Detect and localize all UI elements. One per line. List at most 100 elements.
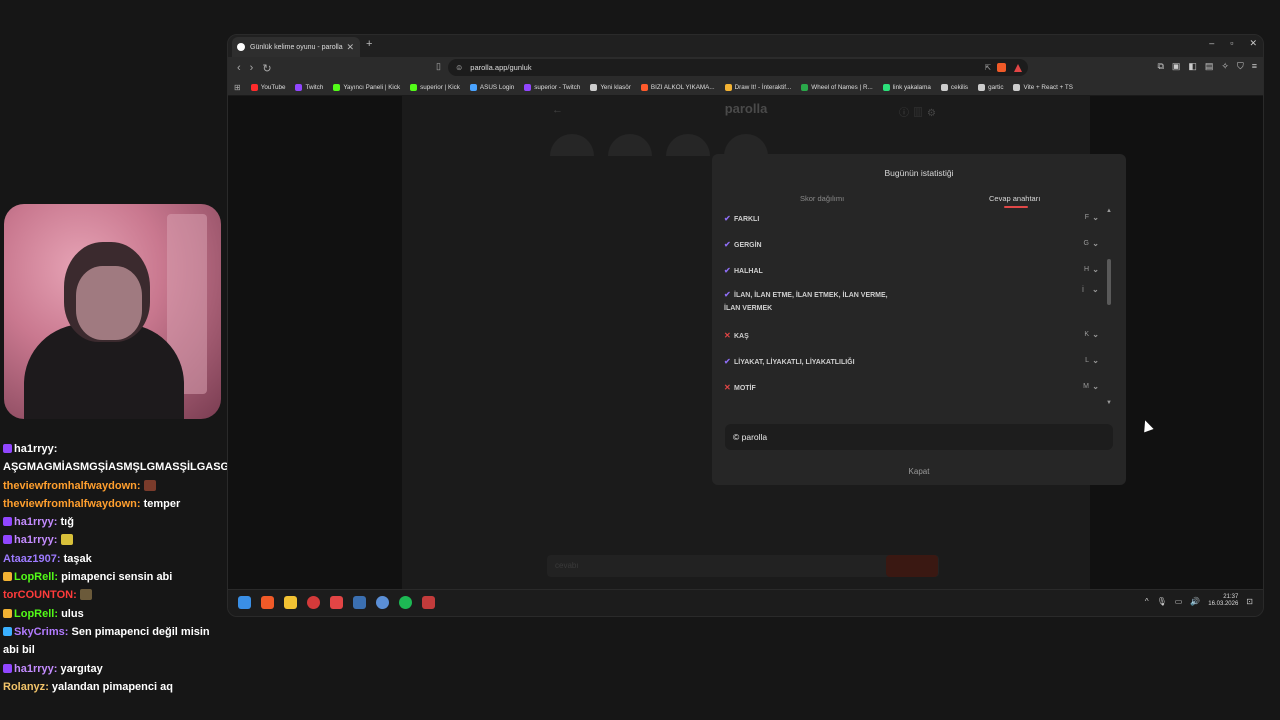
- start-icon[interactable]: [238, 596, 251, 609]
- bookmark-favicon-icon: [978, 83, 986, 91]
- bookmark-item[interactable]: Vite + React + TS: [1013, 83, 1073, 91]
- browser-tab[interactable]: Günlük kelime oyunu - parolla ✕: [232, 37, 360, 57]
- submit-button[interactable]: [886, 555, 938, 577]
- share-text-box[interactable]: © parolla: [725, 424, 1113, 450]
- site-info-icon[interactable]: ⊜: [456, 63, 462, 72]
- chevron-down-icon[interactable]: ⌄: [1092, 356, 1099, 365]
- cross-icon: ✕: [724, 331, 731, 340]
- app-icon-news[interactable]: [422, 596, 435, 609]
- vpn-icon[interactable]: ⛉: [1237, 61, 1244, 72]
- chevron-down-icon[interactable]: ⌄: [1092, 382, 1099, 391]
- web-page: ← parolla ⓘ▥⚙ cevabı Bugünün istatistiği…: [228, 96, 1263, 590]
- tabs-icon[interactable]: ▤: [1205, 61, 1214, 72]
- brave-app-icon[interactable]: [261, 596, 274, 609]
- address-bar[interactable]: ⊜ parolla.app/gunluk ⇱: [448, 59, 1028, 76]
- tab-score-distribution[interactable]: Skor dağılımı: [800, 194, 844, 203]
- chevron-down-icon[interactable]: ⌄: [1092, 239, 1099, 248]
- chat-message: ha1rryy: yargıtay: [3, 660, 225, 678]
- minimize-icon[interactable]: –: [1209, 38, 1214, 49]
- answer-row[interactable]: ✔ İLAN, İLAN ETME, İLAN ETMEK, İLAN VERME…: [724, 285, 1099, 315]
- bookmark-favicon-icon: [410, 83, 418, 91]
- bookmark-favicon-icon: [882, 83, 890, 91]
- bookmark-item[interactable]: Yayıncı Paneli | Kick: [333, 83, 400, 91]
- answer-input[interactable]: cevabı: [547, 555, 939, 577]
- chat-badge-icon: [3, 535, 12, 545]
- bookmark-item[interactable]: ASUS Login: [469, 83, 514, 91]
- tab-answer-key[interactable]: Cevap anahtarı: [989, 194, 1040, 203]
- bookmark-item[interactable]: Wheel of Names | R...: [801, 83, 873, 91]
- info-icon[interactable]: ⓘ: [899, 108, 913, 119]
- chat-badge-icon: [3, 444, 12, 453]
- close-button[interactable]: Kapat: [712, 467, 1126, 476]
- bookmark-item[interactable]: superior - Twitch: [524, 83, 580, 91]
- bookmark-icon[interactable]: ▯: [436, 61, 441, 72]
- maximize-icon[interactable]: ▫: [1230, 38, 1233, 49]
- forward-icon[interactable]: ›: [250, 62, 254, 74]
- sidebar-icon[interactable]: ◧: [1188, 61, 1197, 72]
- microphone-icon[interactable]: 🎙: [1157, 597, 1167, 606]
- answer-text: HALHAL: [734, 268, 763, 275]
- bookmark-label: Twitch: [305, 83, 324, 91]
- extensions-icon[interactable]: ⧉: [1157, 61, 1163, 72]
- answer-row[interactable]: ✕ MOTİF M ⌄: [724, 382, 1099, 392]
- taskbar-apps: [238, 596, 435, 609]
- bookmark-item[interactable]: Draw It! - İnteraktif...: [724, 83, 791, 91]
- close-window-icon[interactable]: ✕: [1249, 38, 1257, 49]
- answer-row[interactable]: ✔ FARKLI F ⌄: [724, 213, 1099, 223]
- leo-icon[interactable]: ✧: [1221, 61, 1229, 72]
- scroll-down-icon[interactable]: ▼: [1106, 400, 1112, 406]
- chat-message: torCOUNTON:: [3, 586, 225, 604]
- scroll-thumb[interactable]: [1107, 259, 1111, 305]
- back-icon[interactable]: ‹: [237, 62, 241, 74]
- bookmark-label: BIZI ALKOL YIKAMA...: [650, 83, 715, 91]
- answer-text: LİYAKAT, LİYAKATLI, LİYAKATLILIĞI: [734, 359, 855, 366]
- steam-icon[interactable]: [353, 596, 366, 609]
- share-icon[interactable]: ⇱: [985, 63, 991, 72]
- brave-rewards-icon[interactable]: [1014, 63, 1022, 72]
- menu-icon[interactable]: ≡: [1252, 61, 1257, 72]
- app-icon-red[interactable]: [307, 596, 320, 609]
- app-icon-record[interactable]: [330, 596, 343, 609]
- tray-chevron-icon[interactable]: ^: [1145, 597, 1149, 606]
- bookmark-item[interactable]: BIZI ALKOL YIKAMA...: [640, 83, 715, 91]
- answer-row[interactable]: ✔ GERGİN G ⌄: [724, 239, 1099, 249]
- notification-icon[interactable]: ⊡: [1246, 597, 1253, 606]
- chat-message: ha1rryy: AŞGMAGMİASMGŞİASMŞLGMASŞİLGASGA…: [3, 443, 245, 474]
- bookmark-item[interactable]: YouTube: [250, 83, 285, 91]
- bookmark-item[interactable]: cekilis: [940, 83, 968, 91]
- spotify-icon[interactable]: [399, 596, 412, 609]
- answer-text: GERGİN: [734, 242, 762, 249]
- chevron-down-icon[interactable]: ⌄: [1092, 265, 1099, 274]
- bookmark-item[interactable]: Twitch: [295, 83, 324, 91]
- scroll-up-icon[interactable]: ▲: [1106, 208, 1112, 214]
- chat-message: ha1rryy:: [3, 531, 225, 549]
- chat-username: theviewfromhalfwaydown: [3, 479, 137, 492]
- tab-close-icon[interactable]: ✕: [346, 42, 354, 53]
- chevron-down-icon[interactable]: ⌄: [1092, 330, 1099, 339]
- clock[interactable]: 21:37 16.03.2026: [1208, 594, 1238, 608]
- bookmark-favicon-icon: [524, 83, 532, 91]
- bookmark-item[interactable]: Yeni klasör: [590, 83, 631, 91]
- bookmark-item[interactable]: link yakalama: [882, 83, 931, 91]
- app-icon-blue[interactable]: [376, 596, 389, 609]
- settings-icon[interactable]: ⚙: [927, 108, 940, 119]
- stats-icon[interactable]: ▥: [913, 108, 927, 119]
- tab-title: Günlük kelime oyunu - parolla: [250, 43, 343, 51]
- network-icon[interactable]: ▭: [1175, 597, 1183, 606]
- bookmark-item[interactable]: gartic: [978, 83, 1003, 91]
- new-tab-icon[interactable]: +: [366, 38, 372, 50]
- answer-row[interactable]: ✔ LİYAKAT, LİYAKATLI, LİYAKATLILIĞI L ⌄: [724, 356, 1099, 366]
- volume-icon[interactable]: 🔊: [1190, 597, 1200, 606]
- apps-grid-icon[interactable]: ⊞: [234, 83, 241, 92]
- reload-icon[interactable]: ↻: [262, 62, 271, 75]
- answer-row[interactable]: ✕ KAŞ K ⌄: [724, 330, 1099, 340]
- chat-message: SkyCrims: Sen pimapenci değil misin abi …: [3, 625, 210, 657]
- file-explorer-icon[interactable]: [284, 596, 297, 609]
- answer-row[interactable]: ✔ HALHAL H ⌄: [724, 265, 1099, 275]
- bookmark-item[interactable]: superior | Kick: [410, 83, 460, 91]
- wallet-icon[interactable]: ▣: [1172, 61, 1181, 72]
- brave-shield-icon[interactable]: [997, 63, 1006, 72]
- list-scrollbar[interactable]: ▲ ▼: [1106, 208, 1112, 406]
- chevron-down-icon[interactable]: ⌄: [1092, 283, 1099, 296]
- chevron-down-icon[interactable]: ⌄: [1092, 213, 1099, 222]
